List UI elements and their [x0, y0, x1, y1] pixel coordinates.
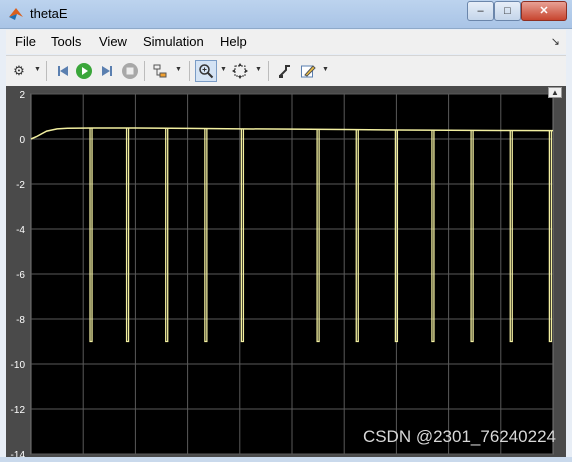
menu-bar: File Tools View Simulation Help ↘	[6, 30, 566, 54]
settings-icon[interactable]: ⚙	[8, 60, 30, 82]
y-tick-label: -4	[16, 225, 25, 236]
highlight-block-icon[interactable]	[149, 60, 171, 82]
autoscale-icon[interactable]	[274, 60, 296, 82]
window-title: thetaE	[30, 6, 68, 21]
matlab-logo-icon	[9, 8, 23, 20]
style-icon[interactable]	[297, 60, 319, 82]
y-tick-label: -6	[16, 270, 25, 281]
run-icon[interactable]	[73, 60, 95, 82]
menu-view[interactable]: View	[99, 34, 127, 49]
y-tick-label: 2	[19, 90, 25, 101]
stop-icon[interactable]	[119, 60, 141, 82]
step-forward-icon[interactable]	[96, 60, 118, 82]
zoom-icon[interactable]	[195, 60, 217, 82]
settings-dropdown-icon[interactable]: ▼	[34, 66, 41, 73]
menu-tools[interactable]: Tools	[51, 34, 81, 49]
y-tick-label: 0	[19, 135, 25, 146]
step-back-icon[interactable]	[52, 60, 74, 82]
y-tick-label: -14	[11, 450, 26, 457]
toolbar-separator	[144, 61, 145, 81]
close-button[interactable]: ✕	[521, 1, 567, 21]
minimize-button[interactable]: –	[467, 1, 494, 21]
highlight-dropdown-icon[interactable]: ▼	[175, 66, 182, 73]
maximize-axes-icon[interactable]: ▲	[548, 87, 562, 98]
style-dropdown-icon[interactable]: ▼	[322, 66, 329, 73]
title-bar[interactable]: thetaE – □ ✕	[0, 0, 572, 29]
scope-display: 2 0 -2 -4 -6 -8 -10 -12 -14 ▲	[6, 86, 566, 461]
menu-file[interactable]: File	[15, 34, 36, 49]
y-tick-label: -8	[16, 315, 25, 326]
menu-help[interactable]: Help	[220, 34, 247, 49]
maximize-button[interactable]: □	[494, 1, 521, 21]
y-tick-label: -12	[11, 405, 26, 416]
scope-window: thetaE – □ ✕ File Tools View Simulation …	[0, 0, 572, 461]
toolbar-separator	[46, 61, 47, 81]
fit-dropdown-icon[interactable]: ▼	[255, 66, 262, 73]
fit-to-view-icon[interactable]	[229, 60, 251, 82]
y-tick-label: -2	[16, 180, 25, 191]
undock-icon[interactable]: ↘	[551, 35, 560, 48]
toolbar: ⚙ ▼ ▼ ▼ ▼ ▼	[6, 55, 566, 86]
toolbar-separator	[268, 61, 269, 81]
zoom-dropdown-icon[interactable]: ▼	[220, 66, 227, 73]
scope-plot[interactable]: 2 0 -2 -4 -6 -8 -10 -12 -14	[6, 86, 566, 461]
menu-simulation[interactable]: Simulation	[143, 34, 204, 49]
y-tick-label: -10	[11, 360, 26, 371]
toolbar-separator	[189, 61, 190, 81]
watermark: CSDN @2301_76240224	[362, 427, 556, 446]
